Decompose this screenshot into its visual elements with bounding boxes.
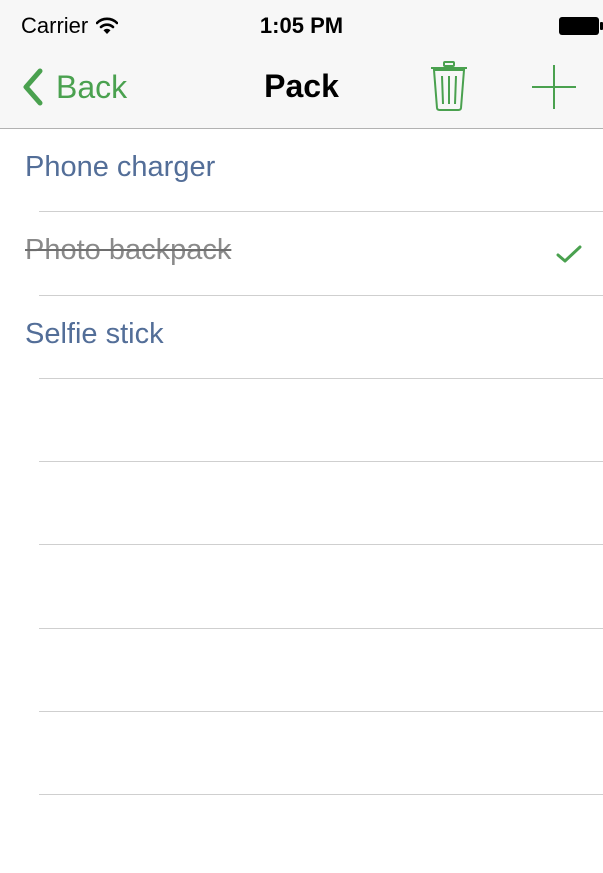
- status-time: 1:05 PM: [259, 13, 344, 38]
- pack-list: Phone charger Photo backpack Selfie stic…: [0, 129, 603, 796]
- trash-icon: [431, 61, 467, 111]
- checkmark-icon: [556, 245, 582, 263]
- pack-list-screen: Carrier 1:05 PM Back Pack Phone charger …: [0, 0, 603, 873]
- status-bar: Carrier 1:05 PM: [0, 0, 603, 44]
- list-item[interactable]: Selfie stick: [0, 296, 603, 379]
- plus-icon: [532, 65, 576, 109]
- list-item-label: Selfie stick: [25, 317, 164, 350]
- empty-list-item[interactable]: [0, 462, 603, 546]
- list-item[interactable]: Phone charger: [0, 129, 603, 213]
- navigation-bar: Back Pack: [0, 44, 603, 129]
- add-item-button[interactable]: [529, 62, 579, 112]
- delete-button[interactable]: [429, 60, 469, 112]
- empty-list-item[interactable]: [0, 379, 603, 463]
- row-divider: [39, 794, 603, 796]
- empty-list-item[interactable]: [0, 545, 603, 629]
- battery-icon: [559, 17, 603, 35]
- empty-list-item[interactable]: [0, 629, 603, 713]
- list-item[interactable]: Photo backpack: [0, 212, 603, 296]
- list-item-label: Photo backpack: [25, 234, 232, 267]
- empty-list-item[interactable]: [0, 712, 603, 796]
- list-item-label: Phone charger: [25, 151, 216, 183]
- page-title: Pack: [264, 68, 339, 104]
